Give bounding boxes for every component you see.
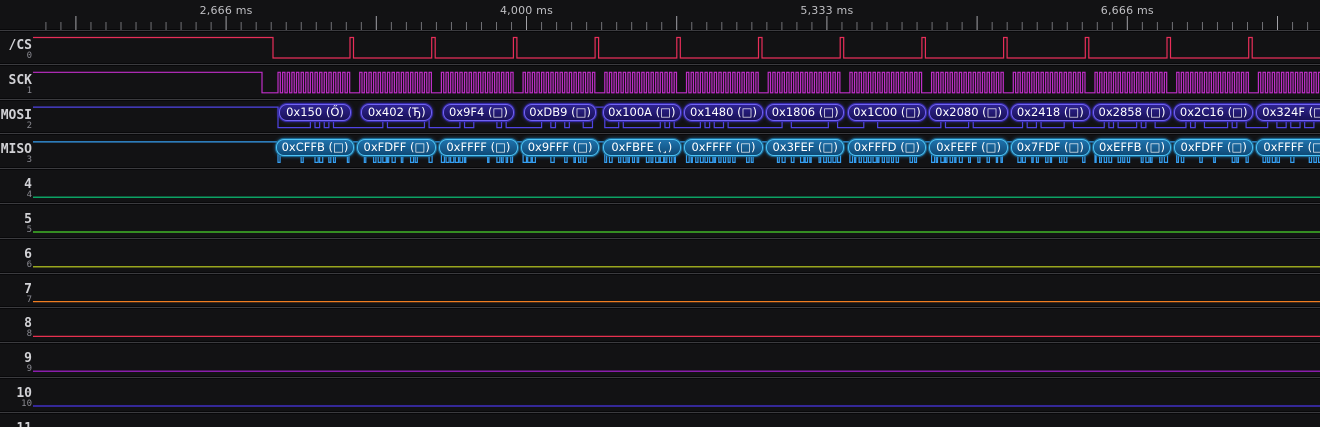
timeline-ruler[interactable]: 2,666 ms 4,000 ms 5,333 ms 6,666 ms	[0, 0, 1320, 31]
channel-number-label: 9	[26, 364, 32, 375]
channel-number-label: 5	[26, 225, 32, 235]
ruler-time-label: 5,333 ms	[800, 4, 854, 17]
channel-number-label: 7	[26, 294, 32, 305]
mosi-data-annotation: 0x2858 (□)	[1092, 104, 1172, 122]
channel-number-label: 1	[26, 85, 32, 96]
miso-data-annotation: 0x9FFF (□)	[520, 138, 600, 156]
miso-data-annotation: 0xFEFF (□)	[929, 138, 1008, 156]
ruler-time-label: 2,666 ms	[199, 4, 253, 17]
mosi-data-annotation: 0x9F4 (□)	[442, 104, 515, 122]
mosi-data-annotation: 0x402 (Ђ)	[361, 104, 433, 122]
miso-data-annotation: 0xCFFB (□)	[275, 138, 355, 156]
miso-data-annotation: 0xFDFF (□)	[1174, 138, 1253, 156]
logic-analyzer-view: 2,666 ms 4,000 ms 5,333 ms 6,666 ms /CS 0 SCK…	[0, 0, 1320, 427]
miso-data-annotation: 0xFBFE (¸)	[602, 138, 682, 156]
ruler-time-label: 4,000 ms	[499, 4, 554, 17]
mosi-data-annotation: 0x2080 (□)	[929, 104, 1008, 122]
mosi-data-annotation: 0x1C00 (□)	[847, 104, 927, 122]
channel-number-label: 8	[26, 329, 32, 340]
channel-number-label: 3	[26, 155, 32, 166]
mosi-data-annotation: 0x100A (□)	[602, 104, 682, 122]
channel-number-label: 0	[26, 51, 32, 61]
mosi-data-annotation: 0x2418 (□)	[1011, 104, 1090, 122]
channel-name-label[interactable]: 11	[0, 422, 32, 427]
miso-data-annotation: 0xFFFF (□)	[684, 138, 763, 156]
ruler-time-label: 6,666 ms	[1100, 4, 1154, 17]
miso-data-annotation: 0xFFFF (□)	[439, 138, 518, 156]
miso-data-annotation: 0xFDFF (□)	[357, 138, 436, 156]
mosi-data-annotation: 0x324F (□)	[1256, 104, 1320, 122]
mosi-data-annotation: 0x1480 (□)	[684, 104, 763, 122]
channel-name-label[interactable]: MOSI	[0, 109, 32, 122]
miso-data-annotation: 0x3FEF (□)	[765, 138, 845, 156]
channel-number-label: 10	[21, 399, 32, 409]
miso-data-annotation: 0xFFFF (□)	[1256, 138, 1320, 156]
waveforms-layer	[33, 16, 1320, 407]
mosi-data-annotation: 0xDB9 (□)	[524, 104, 596, 122]
cs-waveform[interactable]	[33, 36, 1320, 59]
channel-number-label: 4	[26, 190, 32, 201]
miso-data-annotation: 0xEFFB (□)	[1092, 138, 1172, 156]
sck-waveform[interactable]	[33, 71, 1320, 94]
channel-number-label: 2	[26, 120, 32, 131]
mosi-data-annotation: 0x2C16 (□)	[1174, 104, 1253, 122]
mosi-data-annotation: 0x1806 (□)	[765, 104, 845, 122]
mosi-data-annotation: 0x150 (Ő)	[279, 104, 351, 122]
channel-number-label: 6	[26, 259, 32, 270]
channel-name-label[interactable]: SCK	[0, 74, 32, 87]
miso-data-annotation: 0xFFFD (□)	[847, 138, 927, 156]
channel-name-label[interactable]: 7	[0, 283, 32, 296]
channel-name-label[interactable]: 6	[0, 248, 32, 261]
miso-data-annotation: 0x7FDF (□)	[1011, 138, 1090, 156]
